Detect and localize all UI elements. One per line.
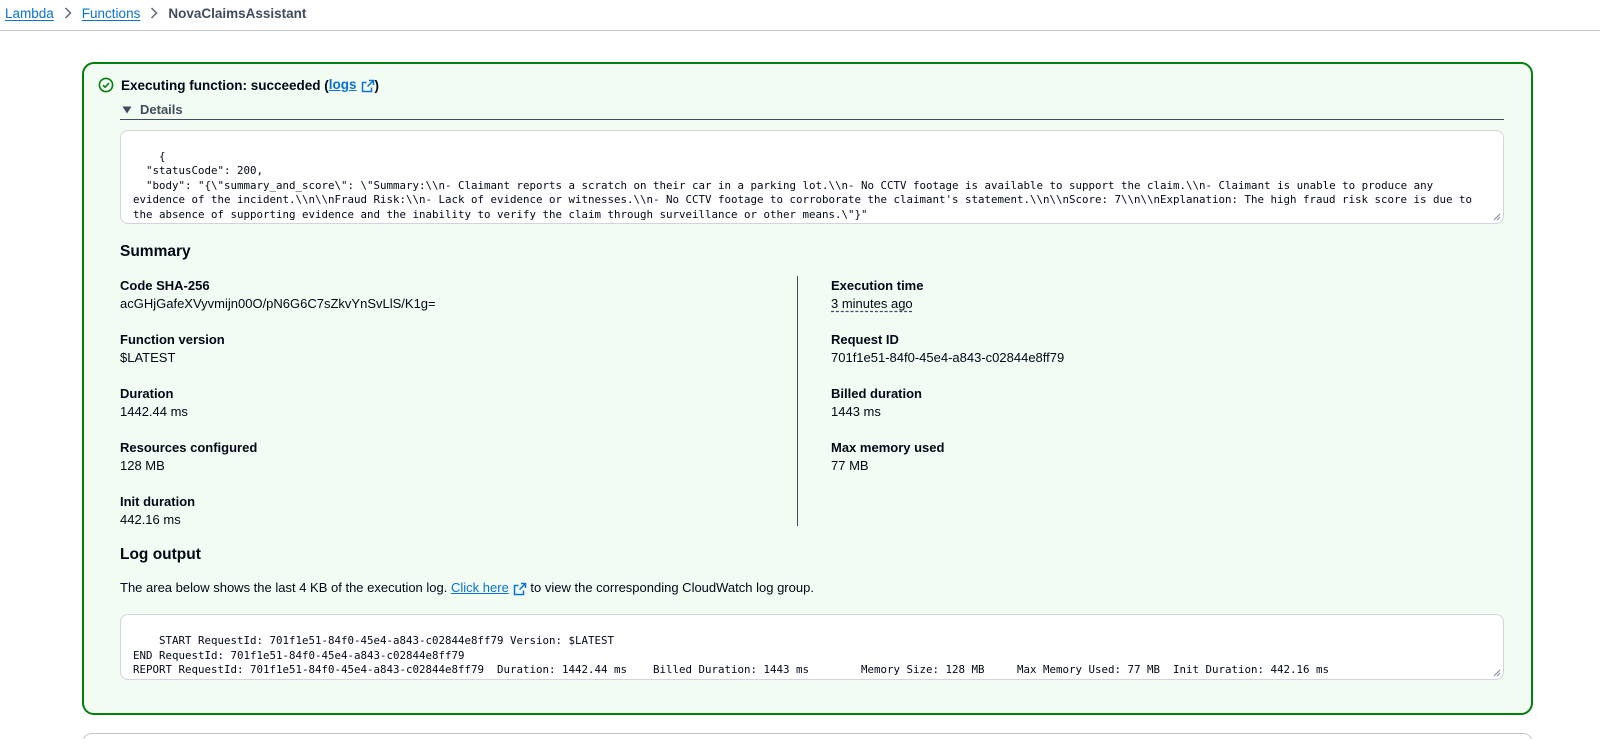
log-desc-suffix: to view the corresponding CloudWatch log… xyxy=(530,580,814,595)
summary-value: 442.16 ms xyxy=(120,512,181,527)
external-link-icon[interactable] xyxy=(361,79,375,93)
summary-duration: Duration 1442.44 ms xyxy=(120,385,188,421)
summary-heading: Summary xyxy=(120,243,191,260)
alert-header: Executing function: succeeded ( logs ) xyxy=(98,77,379,93)
summary-value: 1443 ms xyxy=(831,404,881,419)
summary-label: Billed duration xyxy=(831,386,922,401)
log-text: START RequestId: 701f1e51-84f0-45e4-a843… xyxy=(133,634,1330,676)
next-panel-edge xyxy=(82,733,1533,739)
summary-value: 701f1e51-84f0-45e4-a843-c02844e8ff79 xyxy=(831,350,1065,365)
summary-function-version: Function version $LATEST xyxy=(120,331,225,367)
log-output-textarea[interactable]: START RequestId: 701f1e51-84f0-45e4-a843… xyxy=(120,614,1504,680)
caret-down-icon xyxy=(122,106,132,113)
cloudwatch-log-group-link[interactable]: Click here xyxy=(451,580,527,595)
execution-time-tooltip-trigger[interactable]: 3 minutes ago xyxy=(831,295,913,313)
summary-init-duration: Init duration 442.16 ms xyxy=(120,493,195,529)
header-divider xyxy=(0,30,1600,31)
breadcrumb-functions-link[interactable]: Functions xyxy=(82,6,141,21)
resize-grip-icon[interactable] xyxy=(1493,669,1501,677)
log-desc-prefix: The area below shows the last 4 KB of th… xyxy=(120,580,448,595)
click-here-label[interactable]: Click here xyxy=(451,580,509,595)
summary-value: 77 MB xyxy=(831,458,869,473)
external-link-icon[interactable] xyxy=(513,582,527,596)
chevron-right-icon xyxy=(140,7,168,19)
alert-status-suffix: ) xyxy=(374,77,380,93)
logs-link[interactable]: logs xyxy=(329,77,375,92)
log-output-heading: Log output xyxy=(120,546,201,563)
summary-label: Function version xyxy=(120,332,225,347)
summary-value: 128 MB xyxy=(120,458,165,473)
summary-label: Init duration xyxy=(120,494,196,509)
summary-value: $LATEST xyxy=(120,350,176,365)
logs-link-label[interactable]: logs xyxy=(329,77,357,92)
summary-request-id: Request ID 701f1e51-84f0-45e4-a843-c0284… xyxy=(831,331,1064,367)
summary-label: Duration xyxy=(120,386,174,401)
details-label[interactable]: Details xyxy=(140,102,183,117)
resize-grip-icon[interactable] xyxy=(1493,213,1501,221)
breadcrumb: Lambda Functions NovaClaimsAssistant xyxy=(5,4,306,22)
success-check-icon xyxy=(98,77,114,93)
alert-status-text: Executing function: succeeded ( xyxy=(121,77,329,93)
summary-label: Execution time xyxy=(831,278,924,293)
summary-column-divider xyxy=(797,276,798,526)
summary-label: Max memory used xyxy=(831,440,945,455)
summary-execution-time: Execution time 3 minutes ago xyxy=(831,277,923,313)
summary-label: Request ID xyxy=(831,332,899,347)
summary-label: Resources configured xyxy=(120,440,258,455)
response-json: { "statusCode": 200, "body": "{\"summary… xyxy=(133,149,1473,224)
summary-value: 1442.44 ms xyxy=(120,404,188,419)
response-output-textarea[interactable]: { "statusCode": 200, "body": "{\"summary… xyxy=(120,130,1504,224)
execution-result-alert: Executing function: succeeded ( logs ) D… xyxy=(82,62,1533,715)
log-output-description: The area below shows the last 4 KB of th… xyxy=(120,580,814,596)
summary-code-sha: Code SHA-256 acGHjGafeXVyvmijn00O/pN6G6C… xyxy=(120,277,436,313)
summary-max-memory-used: Max memory used 77 MB xyxy=(831,439,944,475)
summary-value: acGHjGafeXVyvmijn00O/pN6G6C7sZkvYnSvLlS/… xyxy=(120,296,436,311)
summary-billed-duration: Billed duration 1443 ms xyxy=(831,385,922,421)
breadcrumb-current: NovaClaimsAssistant xyxy=(168,5,307,21)
details-expander[interactable]: Details xyxy=(120,100,1504,120)
summary-resources-configured: Resources configured 128 MB xyxy=(120,439,257,475)
breadcrumb-lambda-link[interactable]: Lambda xyxy=(5,6,54,21)
summary-label: Code SHA-256 xyxy=(120,278,210,293)
chevron-right-icon xyxy=(54,7,82,19)
